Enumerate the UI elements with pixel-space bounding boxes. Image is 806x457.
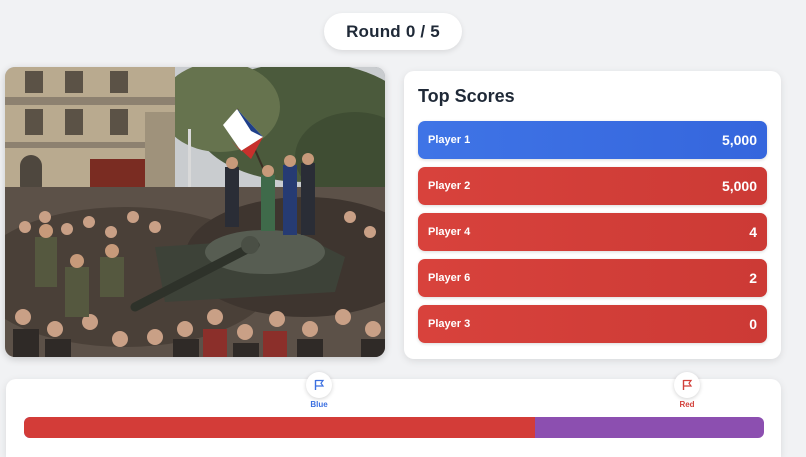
- flag-icon: [674, 372, 700, 398]
- score-row: Player 1 5,000: [418, 121, 767, 159]
- score-list: Player 1 5,000 Player 2 5,000 Player 4 4…: [418, 121, 767, 351]
- player-score: 0: [749, 316, 757, 332]
- game-screen: Round 0 / 5 Top Scores Player 1 5,000 Pl…: [0, 0, 806, 457]
- team-marker-blue: Blue: [299, 372, 339, 409]
- team-label-red: Red: [679, 400, 695, 409]
- player-name: Player 2: [428, 180, 471, 192]
- player-name: Player 1: [428, 134, 471, 146]
- score-row: Player 6 2: [418, 259, 767, 297]
- player-score: 4: [749, 224, 757, 240]
- team-progress-panel: Blue Red: [6, 372, 781, 457]
- top-scores-title: Top Scores: [418, 86, 515, 106]
- player-name: Player 3: [428, 318, 471, 330]
- player-score: 2: [749, 270, 757, 286]
- top-scores-panel: Top Scores Player 1 5,000 Player 2 5,000…: [404, 71, 781, 359]
- tug-of-war-bar: [24, 417, 764, 438]
- team-marker-red: Red: [667, 372, 707, 409]
- player-name: Player 4: [428, 226, 471, 238]
- player-score: 5,000: [721, 178, 757, 194]
- team-label-blue: Blue: [310, 400, 328, 409]
- round-photo: [5, 67, 385, 357]
- red-team-fill: [24, 417, 535, 438]
- round-indicator: Round 0 / 5: [324, 13, 462, 50]
- player-name: Player 6: [428, 272, 471, 284]
- score-row: Player 2 5,000: [418, 167, 767, 205]
- score-row: Player 3 0: [418, 305, 767, 343]
- player-score: 5,000: [721, 132, 757, 148]
- score-row: Player 4 4: [418, 213, 767, 251]
- round-label: Round 0 / 5: [346, 21, 440, 41]
- flag-icon: [306, 372, 332, 398]
